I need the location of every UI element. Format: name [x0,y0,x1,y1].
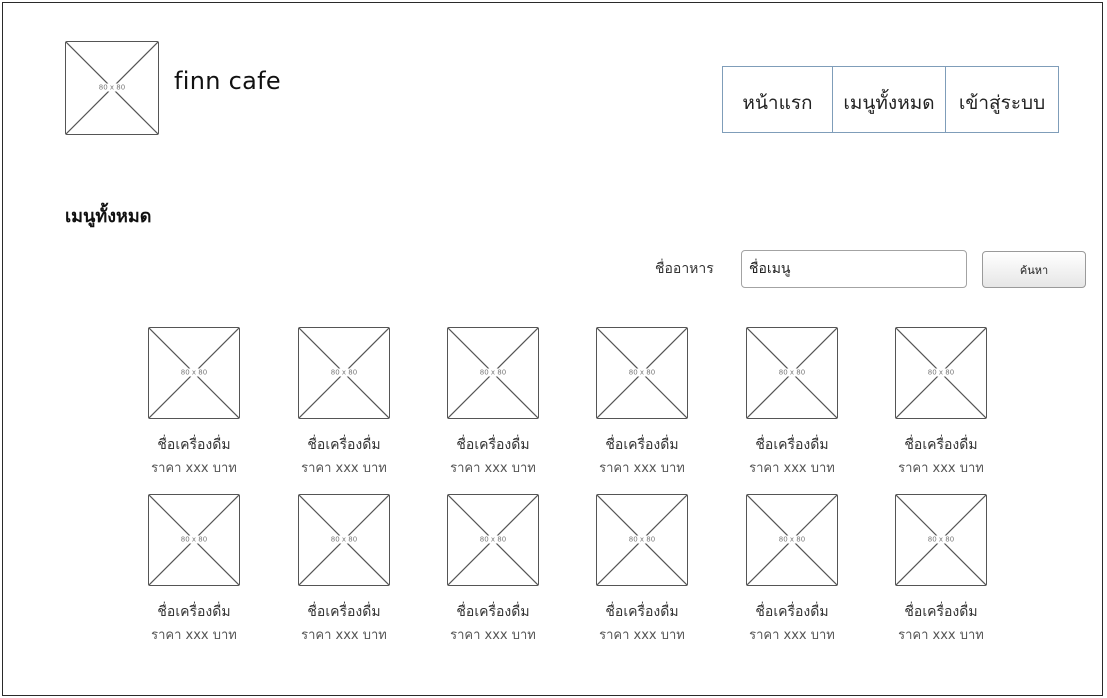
menu-item-image-placeholder[interactable]: 80 x 80 [746,327,838,419]
menu-item-image-label: 80 x 80 [329,368,359,377]
menu-item-card[interactable]: 80 x 80 ชื่อเครื่องดื่มราคา xxx บาท [871,327,1011,477]
nav-login[interactable]: เข้าสู่ระบบ [945,67,1058,132]
menu-item-image-placeholder[interactable]: 80 x 80 [447,327,539,419]
menu-item-image-placeholder[interactable]: 80 x 80 [895,327,987,419]
page-frame: 80 x 80 finn cafe หน้าแรก เมนูทั้งหมด เข… [2,2,1103,696]
menu-item-price: ราคา xxx บาท [599,628,685,643]
menu-item-card[interactable]: 80 x 80 ชื่อเครื่องดื่มราคา xxx บาท [423,327,563,477]
menu-item-image-label: 80 x 80 [777,368,807,377]
menu-item-image-placeholder[interactable]: 80 x 80 [447,494,539,586]
menu-item-name[interactable]: ชื่อเครื่องดื่ม [423,603,563,621]
menu-item-image-placeholder[interactable]: 80 x 80 [895,494,987,586]
menu-item-name[interactable]: ชื่อเครื่องดื่ม [423,436,563,454]
menu-item-image-label: 80 x 80 [627,535,657,544]
menu-item-price: ราคา xxx บาท [749,628,835,643]
search-label: ชื่ออาหาร [655,261,714,277]
menu-item-name[interactable]: ชื่อเครื่องดื่ม [274,436,414,454]
menu-item-card[interactable]: 80 x 80 ชื่อเครื่องดื่มราคา xxx บาท [722,327,862,477]
menu-item-price: ราคา xxx บาท [599,461,685,476]
menu-item-image-placeholder[interactable]: 80 x 80 [148,327,240,419]
menu-item-price: ราคา xxx บาท [450,461,536,476]
menu-item-card[interactable]: 80 x 80 ชื่อเครื่องดื่มราคา xxx บาท [124,327,264,477]
menu-item-image-label: 80 x 80 [627,368,657,377]
menu-item-image-label: 80 x 80 [179,368,209,377]
menu-item-name[interactable]: ชื่อเครื่องดื่ม [572,603,712,621]
brand-name[interactable]: finn cafe [174,67,281,95]
nav-home[interactable]: หน้าแรก [723,67,832,132]
menu-item-name[interactable]: ชื่อเครื่องดื่ม [124,603,264,621]
menu-item-image-placeholder[interactable]: 80 x 80 [596,327,688,419]
menu-item-image-placeholder[interactable]: 80 x 80 [148,494,240,586]
menu-item-name[interactable]: ชื่อเครื่องดื่ม [124,436,264,454]
menu-item-price: ราคา xxx บาท [301,628,387,643]
menu-item-image-placeholder[interactable]: 80 x 80 [298,327,390,419]
menu-item-card[interactable]: 80 x 80 ชื่อเครื่องดื่มราคา xxx บาท [423,494,563,644]
menu-item-card[interactable]: 80 x 80 ชื่อเครื่องดื่มราคา xxx บาท [722,494,862,644]
menu-item-image-label: 80 x 80 [777,535,807,544]
menu-item-image-label: 80 x 80 [926,368,956,377]
menu-item-name[interactable]: ชื่อเครื่องดื่ม [871,436,1011,454]
menu-item-price: ราคา xxx บาท [450,628,536,643]
menu-item-price: ราคา xxx บาท [301,461,387,476]
menu-item-card[interactable]: 80 x 80 ชื่อเครื่องดื่มราคา xxx บาท [124,494,264,644]
menu-item-image-placeholder[interactable]: 80 x 80 [596,494,688,586]
menu-item-card[interactable]: 80 x 80 ชื่อเครื่องดื่มราคา xxx บาท [274,494,414,644]
logo-placeholder-label: 80 x 80 [97,83,127,92]
menu-item-card[interactable]: 80 x 80 ชื่อเครื่องดื่มราคา xxx บาท [274,327,414,477]
menu-item-card[interactable]: 80 x 80 ชื่อเครื่องดื่มราคา xxx บาท [572,327,712,477]
menu-item-image-placeholder[interactable]: 80 x 80 [746,494,838,586]
logo-image-placeholder: 80 x 80 [65,41,159,135]
menu-item-image-label: 80 x 80 [478,535,508,544]
menu-item-price: ราคา xxx บาท [898,628,984,643]
menu-item-card[interactable]: 80 x 80 ชื่อเครื่องดื่มราคา xxx บาท [871,494,1011,644]
menu-item-image-label: 80 x 80 [179,535,209,544]
menu-item-price: ราคา xxx บาท [749,461,835,476]
menu-item-image-placeholder[interactable]: 80 x 80 [298,494,390,586]
search-button[interactable]: ค้นหา [982,251,1086,288]
menu-item-name[interactable]: ชื่อเครื่องดื่ม [722,603,862,621]
menu-item-price: ราคา xxx บาท [151,461,237,476]
menu-item-image-label: 80 x 80 [926,535,956,544]
menu-item-image-label: 80 x 80 [329,535,359,544]
menu-item-price: ราคา xxx บาท [898,461,984,476]
menu-item-card[interactable]: 80 x 80 ชื่อเครื่องดื่มราคา xxx บาท [572,494,712,644]
menu-item-name[interactable]: ชื่อเครื่องดื่ม [722,436,862,454]
menu-item-name[interactable]: ชื่อเครื่องดื่ม [274,603,414,621]
menu-item-name[interactable]: ชื่อเครื่องดื่ม [871,603,1011,621]
menu-item-price: ราคา xxx บาท [151,628,237,643]
menu-item-image-label: 80 x 80 [478,368,508,377]
top-nav: หน้าแรก เมนูทั้งหมด เข้าสู่ระบบ [722,66,1059,133]
page-title: เมนูทั้งหมด [65,206,152,227]
menu-item-name[interactable]: ชื่อเครื่องดื่ม [572,436,712,454]
search-input[interactable] [741,250,967,288]
nav-all-menu[interactable]: เมนูทั้งหมด [832,67,945,132]
